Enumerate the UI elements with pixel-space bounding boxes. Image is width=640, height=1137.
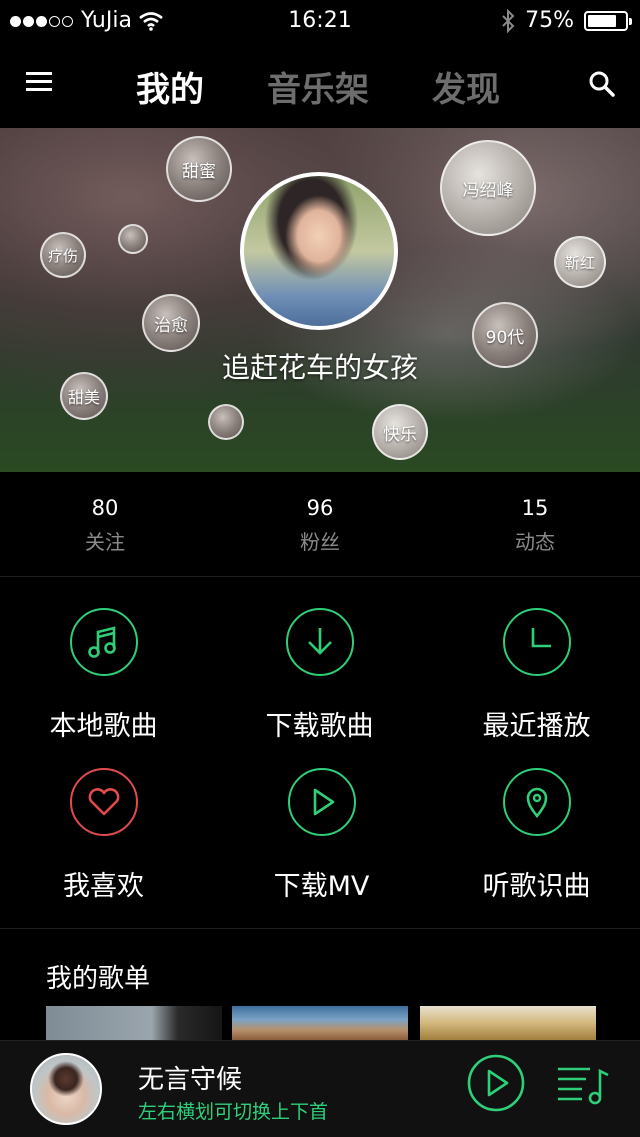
status-right: 75% bbox=[501, 8, 632, 33]
battery-icon bbox=[584, 10, 632, 31]
feature-label: 听歌识曲 bbox=[482, 871, 591, 902]
feature-label: 下载MV bbox=[273, 871, 370, 902]
stat-followers[interactable]: 96 粉丝 bbox=[260, 496, 380, 555]
feature-grid: 本地歌曲 下载歌曲 最近播放 我喜欢 下载MV 听歌识曲 bbox=[0, 578, 640, 929]
profile-name: 追赶花车的女孩 bbox=[221, 351, 418, 384]
profile-banner: 甜蜜 冯绍峰 疗伤 靳红 治愈 90代 甜美 快乐 追赶花车的女孩 bbox=[0, 128, 640, 472]
download-icon bbox=[285, 608, 354, 676]
top-navigation: 我的 音乐架 发现 bbox=[0, 44, 640, 128]
play-button[interactable] bbox=[466, 1053, 526, 1113]
battery-percent: 75% bbox=[525, 8, 574, 33]
tag-bubble[interactable]: 快乐 bbox=[372, 404, 428, 460]
favorites-button[interactable]: 我喜欢 bbox=[0, 768, 210, 903]
stat-value: 15 bbox=[521, 496, 549, 520]
stat-following[interactable]: 80 关注 bbox=[45, 496, 165, 555]
menu-icon[interactable] bbox=[26, 72, 52, 92]
downloaded-songs-button[interactable]: 下载歌曲 bbox=[213, 608, 426, 743]
tab-music-shelf[interactable]: 音乐架 bbox=[267, 62, 369, 111]
feature-label: 我喜欢 bbox=[63, 871, 144, 902]
bluetooth-icon bbox=[502, 8, 515, 33]
heart-icon bbox=[69, 768, 138, 836]
music-note-icon bbox=[69, 608, 138, 676]
stat-value: 80 bbox=[91, 496, 119, 520]
avatar-bubble[interactable] bbox=[118, 224, 148, 254]
search-icon[interactable] bbox=[588, 70, 616, 98]
playlists-heading: 我的歌单 bbox=[46, 964, 151, 994]
playlist-cover[interactable] bbox=[232, 1006, 408, 1040]
swipe-hint: 左右横划可切换上下首 bbox=[138, 1101, 329, 1123]
recently-played-button[interactable]: 最近播放 bbox=[430, 608, 640, 743]
playlist-queue-icon[interactable] bbox=[556, 1063, 610, 1107]
album-art[interactable] bbox=[30, 1053, 102, 1125]
profile-avatar[interactable] bbox=[240, 172, 398, 330]
play-icon bbox=[287, 768, 356, 836]
feature-label: 最近播放 bbox=[482, 711, 591, 742]
playlist-thumbnails bbox=[46, 1006, 606, 1040]
profile-stats: 80 关注 96 粉丝 15 动态 bbox=[0, 472, 640, 577]
now-playing-title: 无言守候 bbox=[138, 1065, 243, 1095]
avatar-bubble[interactable] bbox=[208, 404, 244, 440]
song-recognition-button[interactable]: 听歌识曲 bbox=[430, 768, 640, 903]
tab-discover[interactable]: 发现 bbox=[432, 62, 500, 111]
local-songs-button[interactable]: 本地歌曲 bbox=[0, 608, 210, 743]
playlist-cover[interactable] bbox=[46, 1006, 222, 1040]
clock-icon bbox=[502, 608, 571, 676]
stat-label: 关注 bbox=[85, 530, 125, 554]
stat-value: 96 bbox=[306, 496, 334, 520]
stat-activity[interactable]: 15 动态 bbox=[475, 496, 595, 555]
stat-label: 粉丝 bbox=[300, 530, 340, 554]
downloaded-mv-button[interactable]: 下载MV bbox=[215, 768, 428, 903]
tag-bubble[interactable]: 冯绍峰 bbox=[440, 140, 536, 236]
location-pin-icon bbox=[502, 768, 571, 836]
stat-label: 动态 bbox=[515, 530, 555, 554]
playlist-cover[interactable] bbox=[420, 1006, 596, 1040]
tag-bubble[interactable]: 靳红 bbox=[554, 236, 606, 288]
mini-player[interactable]: 无言守候 左右横划可切换上下首 bbox=[0, 1040, 640, 1137]
tab-my[interactable]: 我的 bbox=[136, 62, 204, 111]
feature-label: 下载歌曲 bbox=[265, 711, 374, 742]
status-bar: YuJia 16:21 75% bbox=[0, 0, 640, 40]
tag-bubble[interactable]: 治愈 bbox=[142, 294, 200, 352]
tag-bubble[interactable]: 甜蜜 bbox=[166, 136, 232, 202]
feature-label: 本地歌曲 bbox=[49, 711, 158, 742]
tag-bubble[interactable]: 疗伤 bbox=[40, 232, 86, 278]
